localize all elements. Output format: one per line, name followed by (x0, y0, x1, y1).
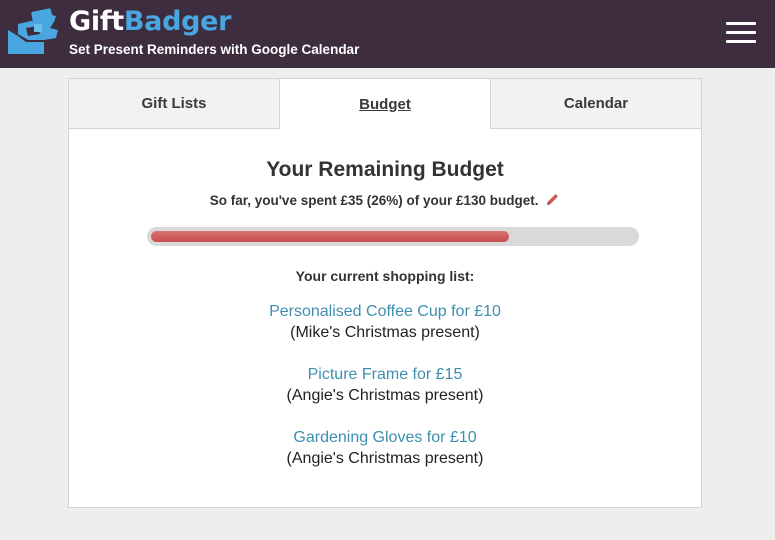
menu-line (726, 22, 756, 25)
brand-name-part2: Badger (123, 6, 232, 37)
shopping-item-recipient: (Angie's Christmas present) (286, 450, 484, 467)
shopping-item-link[interactable]: Picture Frame for £15 (69, 364, 701, 385)
page-title: Your Remaining Budget (266, 158, 504, 181)
shopping-item-link[interactable]: Gardening Gloves for £10 (69, 427, 701, 448)
top-bar: GiftBadger Set Present Reminders with Go… (0, 0, 775, 68)
menu-line (726, 40, 756, 43)
gift-hand-logo-icon[interactable] (4, 6, 62, 58)
budget-summary-text: So far, you've spent £35 (26%) of your £… (209, 193, 539, 208)
tab-gift-lists[interactable]: Gift Lists (69, 79, 280, 129)
tab-budget[interactable]: Budget (280, 79, 490, 129)
pencil-icon[interactable] (545, 192, 560, 207)
tab-calendar[interactable]: Calendar (490, 79, 701, 129)
budget-card: Gift Lists Budget Calendar Your Remainin… (68, 78, 702, 508)
list-item: Picture Frame for £15 (Angie's Christmas… (69, 364, 701, 406)
shopping-item-recipient: (Mike's Christmas present) (290, 324, 480, 341)
hamburger-menu-icon[interactable] (722, 18, 760, 48)
budget-progress-bar (147, 227, 639, 246)
budget-progress-fill (151, 231, 509, 242)
budget-summary: So far, you've spent £35 (26%) of your £… (69, 191, 701, 211)
tagline: Set Present Reminders with Google Calend… (69, 42, 360, 57)
shopping-list-heading: Your current shopping list: (295, 268, 475, 284)
shopping-item-link[interactable]: Personalised Coffee Cup for £10 (69, 301, 701, 322)
shopping-item-recipient: (Angie's Christmas present) (286, 387, 484, 404)
brand-logo[interactable]: GiftBadger (69, 4, 231, 40)
brand-name-part1: Gift (69, 6, 124, 37)
list-item: Gardening Gloves for £10 (Angie's Christ… (69, 427, 701, 469)
menu-line (726, 31, 756, 34)
list-item: Personalised Coffee Cup for £10 (Mike's … (69, 301, 701, 343)
